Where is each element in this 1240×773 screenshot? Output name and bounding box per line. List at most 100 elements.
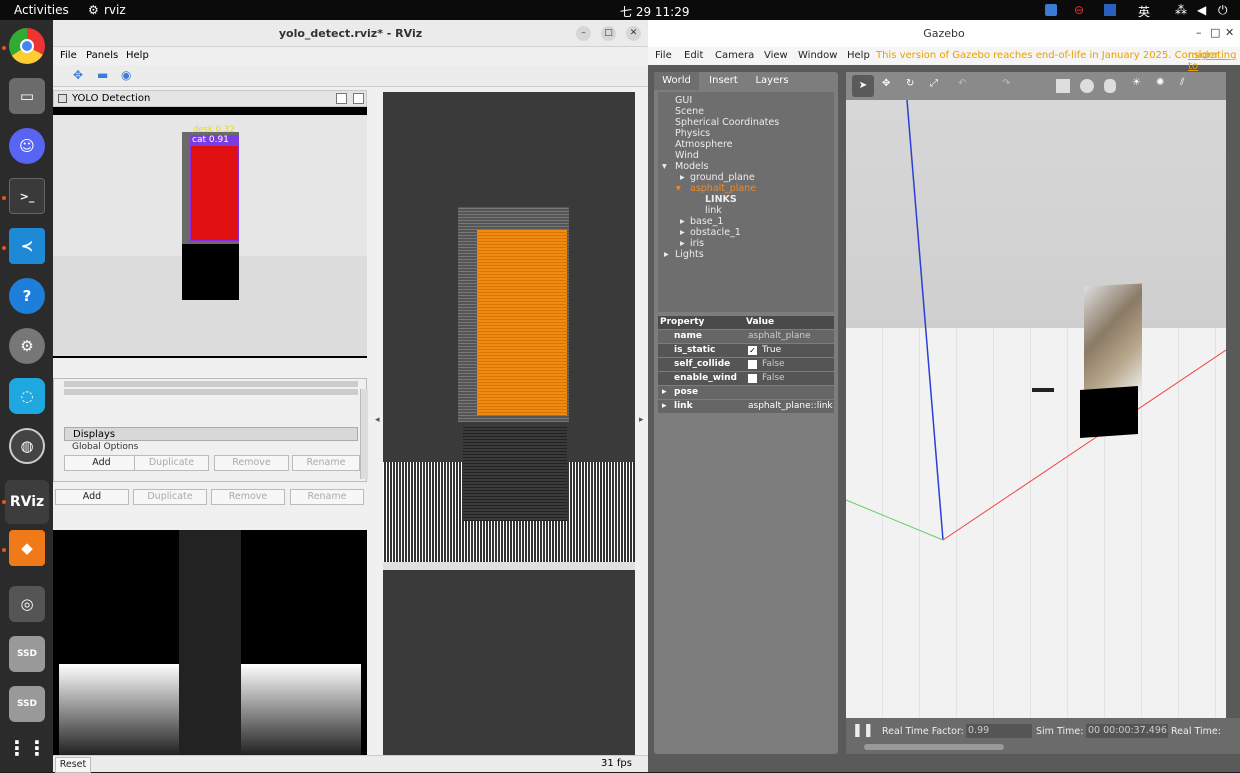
float-panel-button[interactable] [336, 93, 347, 104]
depth-image-view[interactable] [53, 530, 367, 755]
add-button[interactable]: Add [55, 489, 129, 505]
activities-button[interactable]: Activities [14, 3, 69, 17]
menu-window[interactable]: Window [798, 50, 837, 61]
minimize-button[interactable]: – [576, 26, 591, 41]
settings-icon[interactable]: ⚙ [9, 328, 45, 364]
sphere-shape-icon[interactable] [1080, 79, 1094, 93]
rviz-3d-view[interactable] [383, 92, 635, 755]
splitter-arrow-right[interactable]: ▸ [639, 415, 644, 425]
reset-button[interactable]: Reset [55, 757, 91, 773]
obstacle-base[interactable] [1080, 385, 1138, 439]
tree-item-wind[interactable]: Wind [675, 150, 699, 161]
property-row[interactable]: enable_wind False [658, 372, 834, 385]
obstacle-cat-box[interactable] [1084, 283, 1142, 395]
chevron-down-icon[interactable]: ▾ [662, 161, 667, 172]
obs-icon[interactable]: ◍ [9, 428, 45, 464]
displays-tree-header[interactable]: Displays [64, 427, 358, 441]
property-row[interactable]: self_collide False [658, 358, 834, 371]
menu-file[interactable]: File [60, 50, 77, 61]
translate-icon[interactable]: ✥ [882, 78, 890, 89]
directional-light-icon[interactable]: ⫽ [1180, 77, 1184, 88]
property-row[interactable]: ▸ link asphalt_plane::link [658, 400, 834, 413]
undo-icon[interactable]: ↶ [958, 78, 966, 89]
volume-icon[interactable]: ◀ [1197, 3, 1206, 17]
gazebo-3d-scene[interactable] [846, 100, 1226, 718]
iris-drone[interactable] [1032, 388, 1054, 392]
remove-display-button[interactable]: Remove [214, 455, 289, 471]
network-icon[interactable]: ⁂ [1175, 3, 1187, 17]
minimize-button[interactable]: – [1196, 26, 1202, 39]
tree-item-ground-plane[interactable]: ground_plane [690, 172, 755, 183]
tree-item-physics[interactable]: Physics [675, 128, 710, 139]
tree-item-gui[interactable]: GUI [675, 95, 692, 106]
add-display-button[interactable]: Add [64, 455, 139, 471]
terminal-icon[interactable]: >_ [9, 178, 45, 214]
tree-item-scene[interactable]: Scene [675, 106, 704, 117]
scrollbar[interactable] [360, 389, 368, 479]
menu-help[interactable]: Help [126, 50, 149, 61]
maximize-button[interactable]: □ [601, 26, 616, 41]
menu-view[interactable]: View [764, 50, 788, 61]
tab-layers[interactable]: Layers [748, 72, 796, 90]
tree-item-obstacle-1[interactable]: obstacle_1 [690, 227, 741, 238]
tree-item-spherical[interactable]: Spherical Coordinates [675, 117, 779, 128]
help-icon[interactable]: ? [9, 278, 45, 314]
chevron-right-icon[interactable]: ▸ [664, 249, 669, 260]
property-row[interactable]: is_static ✓ True [658, 344, 834, 357]
tab-insert[interactable]: Insert [701, 72, 746, 90]
spot-light-icon[interactable]: ✺ [1156, 77, 1164, 88]
blender-icon[interactable]: ◆ [9, 530, 45, 566]
chevron-right-icon[interactable]: ▸ [680, 172, 685, 183]
close-button[interactable]: ✕ [626, 26, 641, 41]
chevron-right-icon[interactable]: ▸ [680, 216, 685, 227]
duplicate-display-button[interactable]: Duplicate [134, 455, 209, 471]
tray-record-icon[interactable]: ⊖ [1074, 3, 1084, 17]
disc-icon[interactable]: ◎ [9, 586, 45, 622]
close-panel-button[interactable] [353, 93, 364, 104]
power-icon[interactable]: ⏻ [1218, 3, 1228, 18]
tray-app-icon[interactable] [1045, 4, 1057, 16]
clock[interactable]: 七 29 11:29 [620, 3, 689, 20]
maximize-button[interactable]: □ [1210, 26, 1220, 39]
close-button[interactable]: ✕ [1225, 26, 1234, 39]
tree-item-asphalt-plane[interactable]: asphalt_plane [690, 183, 756, 194]
property-row[interactable]: name asphalt_plane [658, 330, 834, 343]
eye-icon[interactable]: ◉ [121, 68, 131, 82]
yolo-image-view[interactable]: cat 0.91 desk 0.32 [53, 107, 367, 358]
eol-link[interactable]: migrating to [1188, 50, 1240, 72]
show-apps-icon[interactable]: ⋮⋮ [7, 730, 47, 766]
input-method[interactable]: 英 [1138, 3, 1150, 20]
tree-item-links[interactable]: LINKS [705, 194, 737, 205]
menu-edit[interactable]: Edit [684, 50, 703, 61]
redo-icon[interactable]: ↷ [1002, 78, 1010, 89]
select-arrow-icon[interactable]: ➤ [852, 75, 874, 97]
global-options-item[interactable]: Global Options [72, 442, 138, 452]
ssd-drive-icon[interactable]: SSD [9, 686, 45, 722]
rotate-icon[interactable]: ↻ [906, 78, 914, 89]
tree-item-base-1[interactable]: base_1 [690, 216, 723, 227]
tree-item-models[interactable]: Models [675, 161, 708, 172]
discord-icon[interactable]: ☺ [9, 128, 45, 164]
active-app-label[interactable]: rviz [104, 3, 126, 17]
browser-icon[interactable]: ◌ [9, 378, 45, 414]
tree-item-iris[interactable]: iris [690, 238, 704, 249]
minus-icon[interactable]: ▬ [97, 68, 108, 82]
menu-panels[interactable]: Panels [86, 50, 118, 61]
splitter-arrow-left[interactable]: ◂ [375, 415, 380, 425]
files-icon[interactable]: ▭ [9, 78, 45, 114]
self-collide-checkbox[interactable] [748, 360, 757, 369]
menu-camera[interactable]: Camera [715, 50, 754, 61]
pause-icon[interactable]: ❚❚ [852, 723, 874, 738]
vscode-icon[interactable]: ≺ [9, 228, 45, 264]
tab-world[interactable]: World [654, 72, 699, 90]
duplicate-button[interactable]: Duplicate [133, 489, 207, 505]
menu-help[interactable]: Help [847, 50, 870, 61]
menu-file[interactable]: File [655, 50, 672, 61]
tree-item-link[interactable]: link [705, 205, 722, 216]
scale-icon[interactable]: ⤢ [930, 78, 938, 89]
rename-button[interactable]: Rename [290, 489, 364, 505]
chevron-right-icon[interactable]: ▸ [680, 238, 685, 249]
tree-item-atmosphere[interactable]: Atmosphere [675, 139, 733, 150]
cylinder-shape-icon[interactable] [1104, 79, 1116, 93]
property-row[interactable]: ▸ pose [658, 386, 834, 399]
